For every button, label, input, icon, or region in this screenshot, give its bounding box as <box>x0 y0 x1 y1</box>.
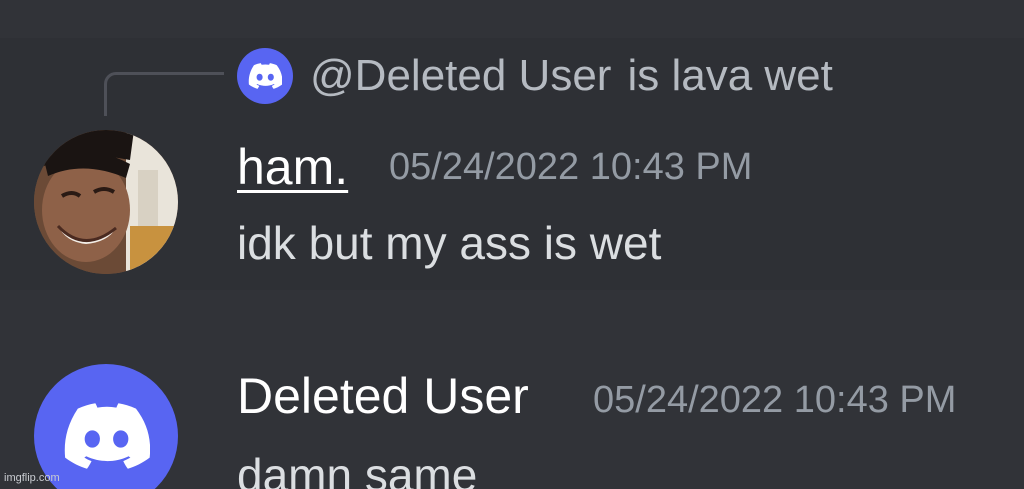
discord-logo-icon <box>248 63 282 89</box>
chat-screen: @Deleted User is lava wet ham. 05/24/202… <box>0 0 1024 489</box>
avatar[interactable] <box>34 364 178 489</box>
message-timestamp: 05/24/2022 10:43 PM <box>389 146 753 188</box>
message-author[interactable]: Deleted User <box>237 367 529 425</box>
message-timestamp: 05/24/2022 10:43 PM <box>593 379 957 421</box>
reply-mention[interactable]: @Deleted User <box>310 51 611 101</box>
watermark: imgflip.com <box>4 472 60 484</box>
profile-photo <box>34 130 178 274</box>
message-author[interactable]: ham. <box>237 138 348 196</box>
reply-avatar[interactable] <box>237 48 293 104</box>
message-content: damn same <box>237 449 478 489</box>
top-strip <box>0 0 1024 38</box>
reply-connector-line <box>104 72 224 116</box>
reply-preview[interactable]: @Deleted User is lava wet <box>310 48 833 104</box>
reply-content: is lava wet <box>627 51 833 100</box>
message-content: idk but my ass is wet <box>237 217 662 269</box>
discord-logo-icon <box>64 403 150 469</box>
avatar[interactable] <box>34 130 178 274</box>
